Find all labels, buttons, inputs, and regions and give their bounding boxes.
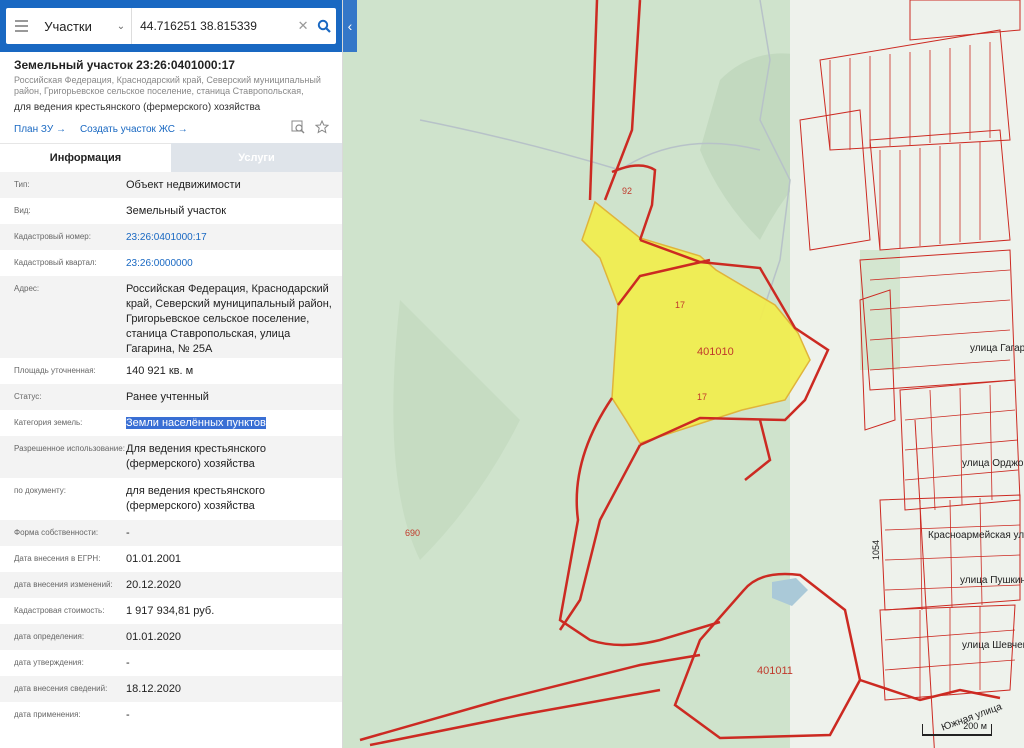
- collapse-panel-button[interactable]: ‹: [343, 0, 357, 52]
- star-icon[interactable]: [314, 119, 330, 139]
- search-input[interactable]: [132, 8, 296, 44]
- street-label: улица Гагарина: [970, 343, 1024, 354]
- cadastral-quarter-link[interactable]: 23:26:0000000: [126, 256, 201, 276]
- parcel-label: 92: [622, 186, 633, 196]
- selected-text[interactable]: Земли населённых пунктов: [126, 417, 266, 429]
- object-title: Земельный участок 23:26:0401000:17: [14, 58, 235, 72]
- clear-icon[interactable]: ✕: [295, 18, 311, 34]
- table-row: Вид: Земельный участок: [14, 205, 227, 217]
- table-row: дата применения: -: [14, 709, 130, 721]
- table-row: дата утверждения: -: [14, 657, 130, 669]
- create-parcel-link[interactable]: Создать участок ЖС →: [80, 124, 188, 135]
- table-row: Адрес: Российская Федерация, Краснодарски…: [0, 276, 342, 358]
- parcel-label: 17: [675, 300, 686, 310]
- table-row: дата внесения изменений: 20.12.2020: [0, 572, 342, 598]
- chevron-down-icon: ⌄: [116, 20, 126, 32]
- quarter-label: 401011: [757, 665, 793, 677]
- table-row: Кадастровая стоимость: 1 917 934,81 руб.: [14, 605, 215, 617]
- street-label: Красноармейская улица: [928, 530, 1024, 541]
- table-row: дата определения: 01.01.2020: [0, 624, 342, 650]
- menu-icon[interactable]: [6, 20, 36, 32]
- table-row: Кадастровый номер: 23:26:0401000:17: [0, 224, 342, 250]
- attributes-table: Тип: Объект недвижимости Вид: Земельный уч…: [0, 172, 342, 728]
- table-row: Тип: Объект недвижимости: [0, 172, 342, 198]
- table-row: Дата внесения в ЕГРН: 01.01.2001: [14, 553, 182, 565]
- table-row: по документу: для ведения крестьянского (…: [14, 485, 266, 512]
- table-row: дата внесения сведений: 18.12.2020: [0, 676, 342, 702]
- search-bar: Участки ⌄ ✕: [0, 0, 342, 52]
- object-address: Российская Федерация, Краснодарский край…: [14, 75, 321, 96]
- tab-bar: Информация Услуги: [0, 143, 342, 172]
- cadastral-number-link[interactable]: 23:26:0401000:17: [126, 230, 215, 250]
- settlement-area: [790, 0, 1024, 748]
- search-icon[interactable]: [311, 19, 336, 33]
- parcel-label: 17: [697, 392, 708, 402]
- plan-link[interactable]: План ЗУ →: [14, 124, 66, 135]
- table-row: Разрешенное использование: Для ведения кр…: [0, 436, 342, 478]
- table-row: Кадастровый квартал: 23:26:0000000: [0, 250, 342, 276]
- table-row: Форма собственности: -: [0, 520, 342, 546]
- tab-information[interactable]: Информация: [0, 143, 171, 172]
- street-label: улица Орджоникидзе: [962, 458, 1024, 469]
- street-label: улица Шевченко: [962, 640, 1024, 651]
- parcel-label: 690: [405, 528, 421, 538]
- table-row: Площадь уточненная: 140 921 кв. м: [14, 365, 194, 377]
- tab-services[interactable]: Услуги: [171, 143, 342, 172]
- zoom-to-object-icon[interactable]: [291, 120, 305, 139]
- quarter-label: 401010: [697, 346, 734, 358]
- table-row: Статус: Ранее учтенный: [0, 384, 342, 410]
- scale-bar: 200 м: [922, 721, 992, 736]
- street-label: улица Пушкина: [960, 575, 1024, 586]
- info-panel: Участки ⌄ ✕ Земельный участок 23:26:0401…: [0, 0, 343, 748]
- layer-select[interactable]: Участки ⌄: [36, 8, 133, 44]
- parcel-label: 1054: [871, 539, 882, 561]
- table-row: Категория земель: Земли населённых пункто…: [14, 417, 266, 429]
- object-purpose: для ведения крестьянского (фермерского) …: [14, 102, 261, 113]
